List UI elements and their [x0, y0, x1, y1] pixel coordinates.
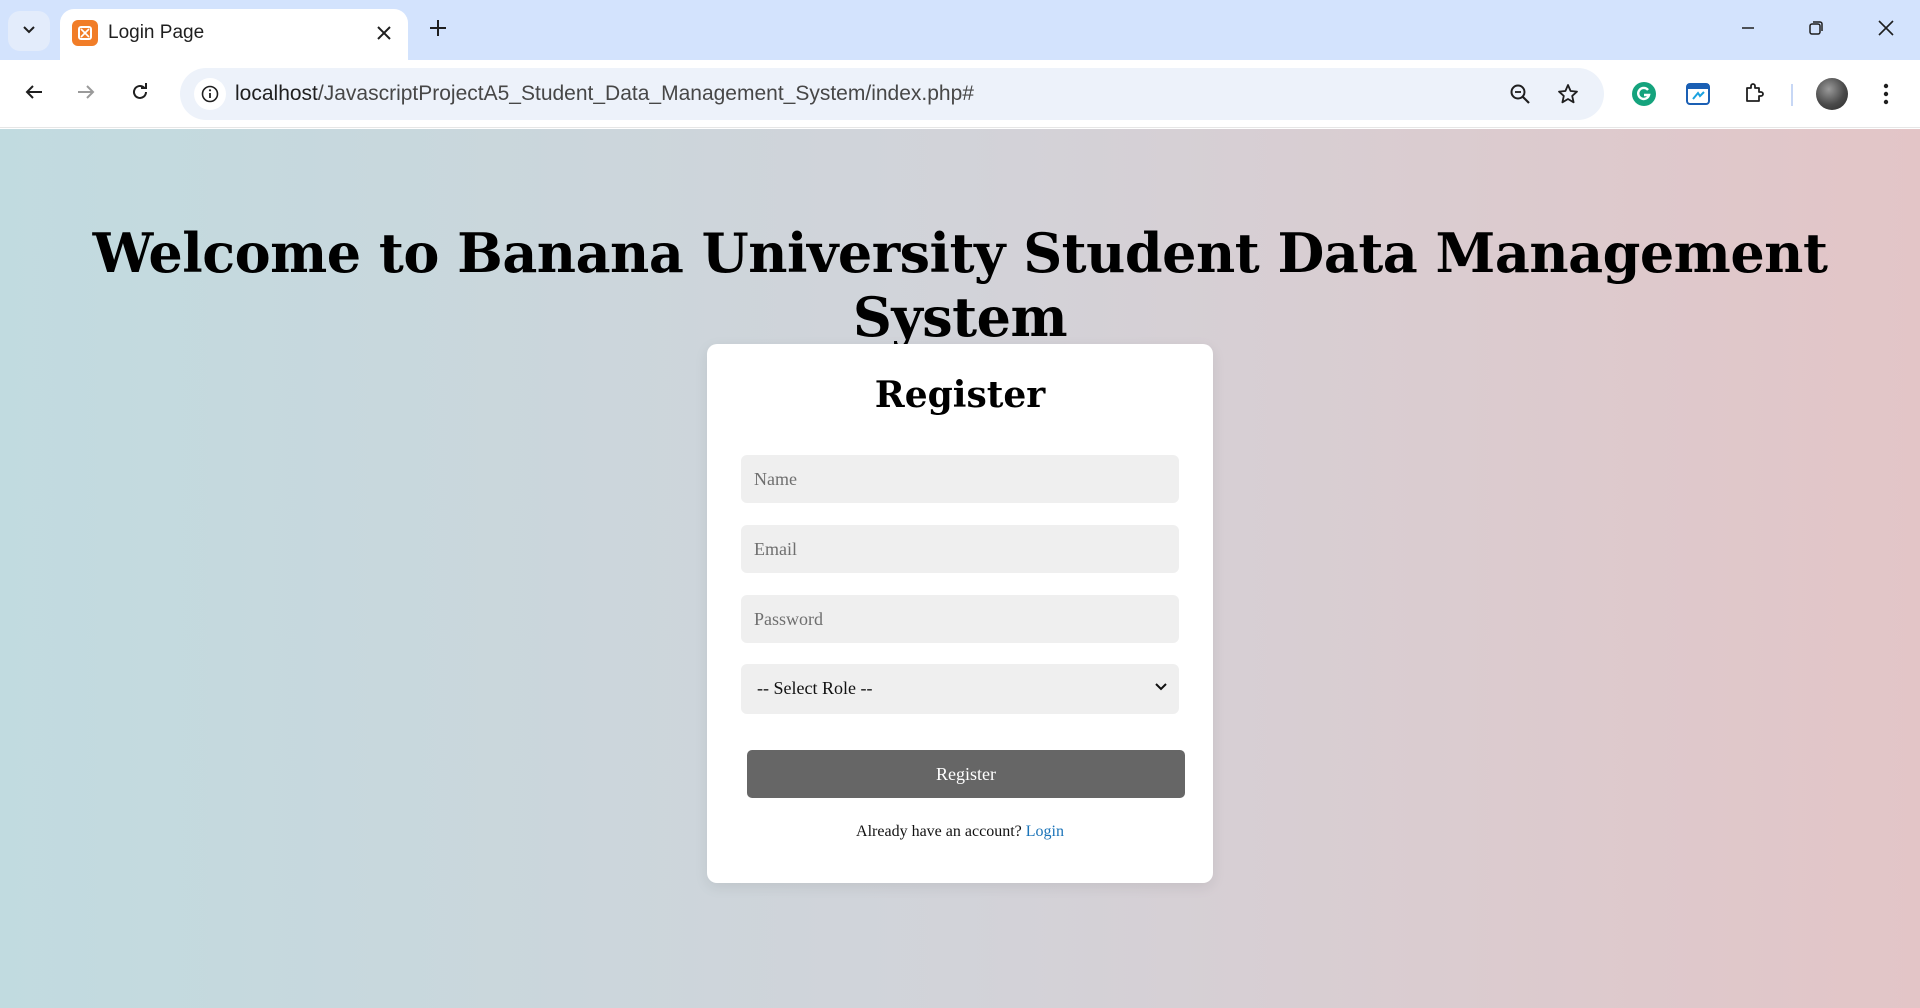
star-icon[interactable] — [1554, 80, 1582, 108]
back-arrow-icon — [24, 82, 44, 107]
password-input[interactable] — [741, 595, 1179, 643]
site-info-icon[interactable] — [194, 78, 226, 110]
reload-button[interactable] — [122, 76, 158, 112]
login-prompt-text: Already have an account? — [856, 823, 1022, 840]
email-input[interactable] — [741, 525, 1179, 573]
form-title: Register — [874, 374, 1046, 416]
url-host: localhost — [235, 82, 318, 105]
toolbar-divider — [1791, 84, 1793, 106]
forward-arrow-icon — [76, 82, 96, 107]
window-close-button[interactable] — [1862, 8, 1910, 52]
back-button[interactable] — [16, 76, 52, 112]
extension-icon[interactable] — [1682, 78, 1714, 110]
chevron-down-icon — [1151, 677, 1171, 697]
new-tab-button[interactable] — [422, 14, 454, 46]
forward-button[interactable] — [68, 76, 104, 112]
tab-strip: Login Page — [0, 0, 1920, 60]
chevron-down-icon — [21, 21, 37, 42]
tab-title: Login Page — [108, 22, 205, 43]
name-input[interactable] — [741, 455, 1179, 503]
url-text: localhost/JavascriptProjectA5_Student_Da… — [235, 82, 974, 106]
address-bar[interactable]: localhost/JavascriptProjectA5_Student_Da… — [180, 68, 1604, 120]
window-close-icon — [1877, 19, 1895, 42]
restore-icon — [1808, 20, 1824, 41]
puzzle-icon[interactable] — [1738, 78, 1770, 110]
register-card: Register -- Select Role -- Register Alre… — [707, 344, 1213, 883]
restore-button[interactable] — [1792, 8, 1840, 52]
url-path: /JavascriptProjectA5_Student_Data_Manage… — [317, 82, 974, 105]
xampp-favicon-icon — [72, 20, 98, 46]
page-body: Welcome to Banana University Student Dat… — [0, 129, 1920, 1008]
login-link[interactable]: Login — [1026, 823, 1064, 840]
browser-toolbar: localhost/JavascriptProjectA5_Student_Da… — [0, 60, 1920, 128]
page-title: Welcome to Banana University Student Dat… — [92, 221, 1828, 349]
role-select-value: -- Select Role -- — [757, 678, 873, 698]
profile-avatar[interactable] — [1816, 78, 1848, 110]
tab-search-button[interactable] — [8, 11, 50, 51]
minimize-button[interactable] — [1724, 8, 1772, 52]
login-prompt: Already have an account? Login — [707, 823, 1213, 841]
zoom-icon[interactable] — [1506, 80, 1534, 108]
minimize-icon — [1740, 20, 1756, 41]
role-select[interactable]: -- Select Role -- — [741, 664, 1179, 714]
register-button[interactable]: Register — [747, 750, 1185, 798]
tab-active[interactable]: Login Page — [60, 9, 408, 60]
close-icon[interactable] — [372, 21, 396, 45]
grammarly-icon[interactable] — [1628, 78, 1660, 110]
plus-icon — [429, 19, 447, 42]
more-vert-icon[interactable] — [1870, 78, 1902, 110]
reload-icon — [130, 82, 150, 107]
